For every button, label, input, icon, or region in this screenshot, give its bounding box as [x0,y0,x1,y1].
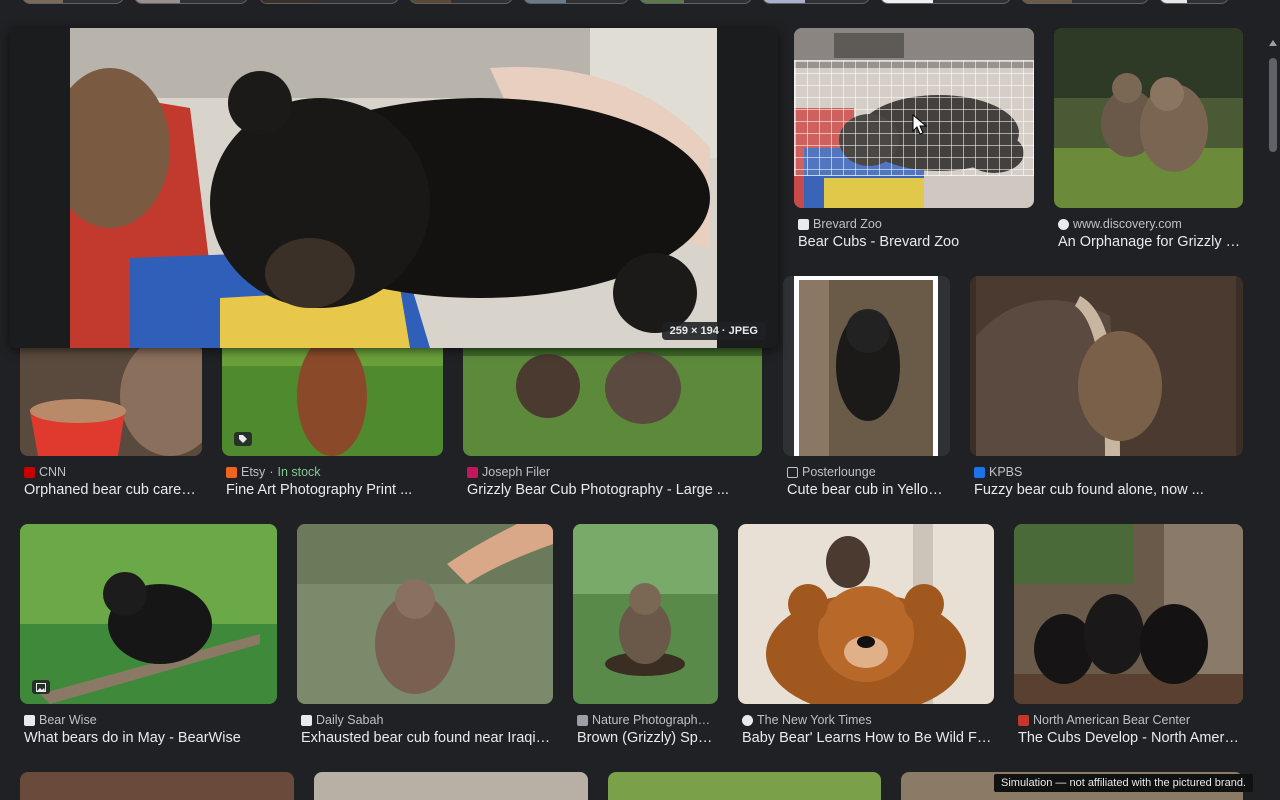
disclaimer-banner: Simulation — not affiliated with the pic… [994,774,1253,792]
scroll-up-icon[interactable] [1269,40,1277,46]
result-card[interactable] [608,772,881,800]
shopping-tag-icon [234,432,252,446]
result-source[interactable]: North American Bear Center [1018,712,1239,728]
related-chip[interactable] [134,0,248,4]
result-source[interactable]: CNN [24,464,198,480]
cub-on-teddy-bear-photo [738,524,994,704]
brevard-zoo-favicon-icon [798,218,809,230]
related-chip[interactable] [409,0,513,4]
nature-photographers-favicon-icon [577,714,588,726]
stock-status: In stock [277,465,321,479]
related-chip[interactable] [1159,0,1229,4]
scrollbar-thumb[interactable] [1269,58,1277,152]
result-title[interactable]: The Cubs Develop - North American Bear C… [1018,730,1239,750]
fuzzy-cub-photo [970,276,1243,456]
related-chip[interactable] [639,0,752,4]
result-thumbnail[interactable] [970,276,1243,456]
cub-reaching-hand-photo [297,524,553,704]
result-thumbnail[interactable] [794,28,1034,208]
result-card[interactable] [20,772,294,800]
result-source[interactable]: www.discovery.com [1058,216,1239,232]
result-source[interactable]: Bear Wise [24,712,273,728]
etsy-favicon-icon [226,466,237,478]
related-searches-strip [0,0,1266,6]
result-title[interactable]: Brown (Grizzly) Species [577,730,714,750]
result-title[interactable]: An Orphanage for Grizzly Bear Cubs [1058,234,1243,254]
result-thumbnail[interactable] [783,276,950,456]
result-title[interactable]: Fine Art Photography Print ... [226,482,439,502]
related-chip[interactable] [259,0,399,4]
sleeping-bear-cub-photo [70,28,717,348]
result-source[interactable]: KPBS [974,464,1239,480]
result-card[interactable]: Nature Photographers Brown (Grizzly) Spe… [573,524,718,752]
result-thumbnail[interactable] [1014,524,1243,704]
posterlounge-favicon-icon [787,466,798,478]
hover-preview[interactable]: 259 × 194 · JPEG [10,28,778,348]
brown-grizzly-cub-photo [573,524,718,704]
result-thumbnail[interactable] [20,772,294,800]
result-source[interactable]: Daily Sabah [301,712,549,728]
three-black-cubs-photo [1014,524,1243,704]
result-thumbnail[interactable] [608,772,881,800]
black-cub-on-branch-photo [20,524,277,704]
result-source[interactable]: Brevard Zoo [798,216,1030,232]
result-card[interactable]: Brevard Zoo Bear Cubs - Brevard Zoo [794,28,1034,256]
bearwise-favicon-icon [24,714,35,726]
result-title[interactable]: Exhausted bear cub found near Iraqi bord… [301,730,553,750]
result-title[interactable]: Baby Bear' Learns How to Be Wild Fast [742,730,994,750]
kpbs-favicon-icon [974,466,985,478]
image-type-icon [32,680,50,694]
nyt-favicon-icon [742,714,753,726]
result-title[interactable]: Cute bear cub in Yellowstone [787,482,946,502]
result-title[interactable]: Bear Cubs - Brevard Zoo [798,234,1030,254]
result-thumbnail[interactable] [297,524,553,704]
result-title[interactable]: What bears do in May - BearWise [24,730,273,750]
result-source[interactable]: Etsy · In stock [226,464,439,480]
page-scrollbar[interactable] [1266,0,1280,800]
cub-in-tree-poster [783,276,950,456]
discovery-favicon-icon [1058,218,1069,230]
related-chip[interactable] [523,0,629,4]
result-source[interactable]: The New York Times [742,712,990,728]
result-source[interactable]: Joseph Filer [467,464,758,480]
grizzly-cubs-photo [1054,28,1243,208]
result-title[interactable]: Orphaned bear cub care for cubs [24,482,198,502]
mouse-cursor-icon [912,114,928,135]
result-thumbnail[interactable] [20,524,277,704]
result-card[interactable] [314,772,588,800]
result-card[interactable]: The New York Times Baby Bear' Learns How… [738,524,994,752]
image-search-results: Brevard Zoo Bear Cubs - Brevard Zoo www.… [0,0,1280,800]
result-thumbnail[interactable] [738,524,994,704]
result-card[interactable]: Daily Sabah Exhausted bear cub found nea… [297,524,553,752]
result-card[interactable]: North American Bear Center The Cubs Deve… [1014,524,1243,752]
cnn-favicon-icon [24,466,35,478]
result-source[interactable]: Posterlounge [787,464,946,480]
result-thumbnail[interactable] [573,524,718,704]
image-dimensions-badge: 259 × 194 · JPEG [661,322,766,340]
related-chip[interactable] [22,0,124,4]
result-card[interactable]: www.discovery.com An Orphanage for Grizz… [1054,28,1243,256]
bear-center-favicon-icon [1018,714,1029,726]
result-title[interactable]: Grizzly Bear Cub Photography - Large ... [467,482,758,502]
result-thumbnail[interactable] [1054,28,1243,208]
daily-sabah-favicon-icon [301,714,312,726]
result-card[interactable]: KPBS Fuzzy bear cub found alone, now ... [970,276,1243,504]
result-source[interactable]: Nature Photographers [577,712,714,728]
related-chip[interactable] [1021,0,1149,4]
result-title[interactable]: Fuzzy bear cub found alone, now ... [974,482,1239,502]
result-card[interactable]: Posterlounge Cute bear cub in Yellowston… [783,276,950,504]
related-chip[interactable] [762,0,870,4]
related-chip[interactable] [880,0,1011,4]
result-card[interactable]: Bear Wise What bears do in May - BearWis… [20,524,277,752]
result-thumbnail[interactable] [314,772,588,800]
joseph-filer-favicon-icon [467,466,478,478]
